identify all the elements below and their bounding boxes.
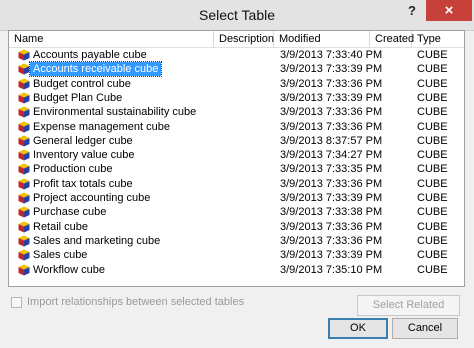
import-relationships-label: Import relationships between selected ta… [27,296,245,308]
row-name: Budget Plan Cube [33,91,123,104]
row-modified: 3/9/2013 7:33:36 PM [280,177,383,190]
table-row[interactable]: Accounts payable cube 3/9/2013 7:33:40 PM… [9,48,464,62]
column-header-description[interactable]: Description [214,31,274,47]
row-modified: 3/9/2013 7:33:38 PM [280,206,383,219]
cube-icon [18,78,30,90]
cube-icon [18,92,30,104]
row-modified: 3/9/2013 7:33:35 PM [280,163,383,176]
cube-icon [18,149,30,161]
cube-icon [18,249,30,261]
title-bar[interactable]: Select Table ? × [0,0,474,31]
cube-icon [18,178,30,190]
table-row[interactable]: Inventory value cube 3/9/2013 7:34:27 PM C… [9,148,464,162]
row-modified: 3/9/2013 7:33:36 PM [280,77,383,90]
import-relationships-checkbox[interactable] [11,297,22,308]
row-modified: 3/9/2013 8:37:57 PM [280,134,383,147]
table-row[interactable]: Budget control cube 3/9/2013 7:33:36 PM CU… [9,77,464,91]
row-name: Sales cube [33,249,88,262]
cube-icon [18,264,30,276]
table-row[interactable]: Budget Plan Cube 3/9/2013 7:33:39 PM CUBE [9,91,464,105]
row-type: CUBE [417,206,448,219]
cube-icon [18,206,30,218]
cube-icon [18,192,30,204]
table-row[interactable]: General ledger cube 3/9/2013 8:37:57 PM CU… [9,134,464,148]
cube-icon [18,49,30,61]
column-header-type[interactable]: Type [412,31,464,47]
row-modified: 3/9/2013 7:33:36 PM [280,220,383,233]
table-row[interactable]: Profit tax totals cube 3/9/2013 7:33:36 P… [9,177,464,191]
row-name: Accounts receivable cube [28,61,163,78]
row-type: CUBE [417,77,448,90]
row-name: Retail cube [33,220,89,233]
row-name: Profit tax totals cube [33,177,133,190]
row-modified: 3/9/2013 7:34:27 PM [280,149,383,162]
column-header-modified[interactable]: Modified [274,31,370,47]
row-type: CUBE [417,63,448,76]
row-modified: 3/9/2013 7:35:10 PM [280,263,383,276]
row-name: General ledger cube [33,134,133,147]
row-name: Expense management cube [33,120,170,133]
row-modified: 3/9/2013 7:33:36 PM [280,234,383,247]
row-type: CUBE [417,192,448,204]
row-type: CUBE [417,263,448,276]
table-row[interactable]: Sales and marketing cube 3/9/2013 7:33:36… [9,234,464,248]
row-name: Accounts payable cube [33,49,147,61]
ok-button[interactable]: OK [328,318,388,339]
row-name: Purchase cube [33,206,107,219]
row-type: CUBE [417,163,448,176]
table-row[interactable]: Workflow cube 3/9/2013 7:35:10 PM CUBE [9,263,464,277]
select-related-tables-button[interactable]: Select Related Tables [357,295,460,330]
table-row[interactable]: Expense management cube 3/9/2013 7:33:36 … [9,120,464,134]
row-type: CUBE [417,120,448,133]
cube-icon [18,163,30,175]
table-row[interactable]: Purchase cube 3/9/2013 7:33:38 PM CUBE [9,205,464,219]
table-list[interactable]: Name Description Modified Created Type A… [8,30,465,287]
cube-icon [18,135,30,147]
column-header-name[interactable]: Name [9,31,214,47]
row-name: Budget control cube [33,77,131,90]
row-type: CUBE [417,49,448,61]
row-modified: 3/9/2013 7:33:39 PM [280,91,383,104]
row-modified: 3/9/2013 7:33:36 PM [280,106,383,119]
cube-icon [18,121,30,133]
table-row[interactable]: Environmental sustainability cube 3/9/201… [9,105,464,119]
column-header-created[interactable]: Created [370,31,414,47]
cube-icon [18,235,30,247]
cancel-button[interactable]: Cancel [392,318,458,339]
table-row[interactable]: Retail cube 3/9/2013 7:33:36 PM CUBE [9,220,464,234]
row-name: Sales and marketing cube [33,234,161,247]
table-row[interactable]: Accounts receivable cube 3/9/2013 7:33:39… [9,61,464,78]
row-name: Project accounting cube [33,192,151,204]
row-modified: 3/9/2013 7:33:39 PM [280,63,383,76]
row-name: Production cube [33,163,113,176]
table-row[interactable]: Project accounting cube 3/9/2013 7:33:39 … [9,191,464,205]
cube-icon [18,63,30,75]
row-type: CUBE [417,220,448,233]
row-name: Workflow cube [33,263,105,276]
row-modified: 3/9/2013 7:33:36 PM [280,120,383,133]
list-header: Name Description Modified Created Type [9,31,464,48]
row-type: CUBE [417,234,448,247]
row-modified: 3/9/2013 7:33:39 PM [280,192,383,204]
table-row[interactable]: Sales cube 3/9/2013 7:33:39 PM CUBE [9,248,464,262]
row-type: CUBE [417,106,448,119]
close-button[interactable]: × [426,0,472,21]
help-button[interactable]: ? [400,0,424,21]
row-type: CUBE [417,249,448,262]
row-type: CUBE [417,149,448,162]
row-type: CUBE [417,91,448,104]
row-name: Inventory value cube [33,149,135,162]
row-modified: 3/9/2013 7:33:40 PM [280,49,383,61]
row-name: Environmental sustainability cube [33,106,197,119]
row-modified: 3/9/2013 7:33:39 PM [280,249,383,262]
table-row[interactable]: Production cube 3/9/2013 7:33:35 PM CUBE [9,162,464,176]
row-type: CUBE [417,177,448,190]
cube-icon [18,106,30,118]
row-type: CUBE [417,134,448,147]
cube-icon [18,221,30,233]
